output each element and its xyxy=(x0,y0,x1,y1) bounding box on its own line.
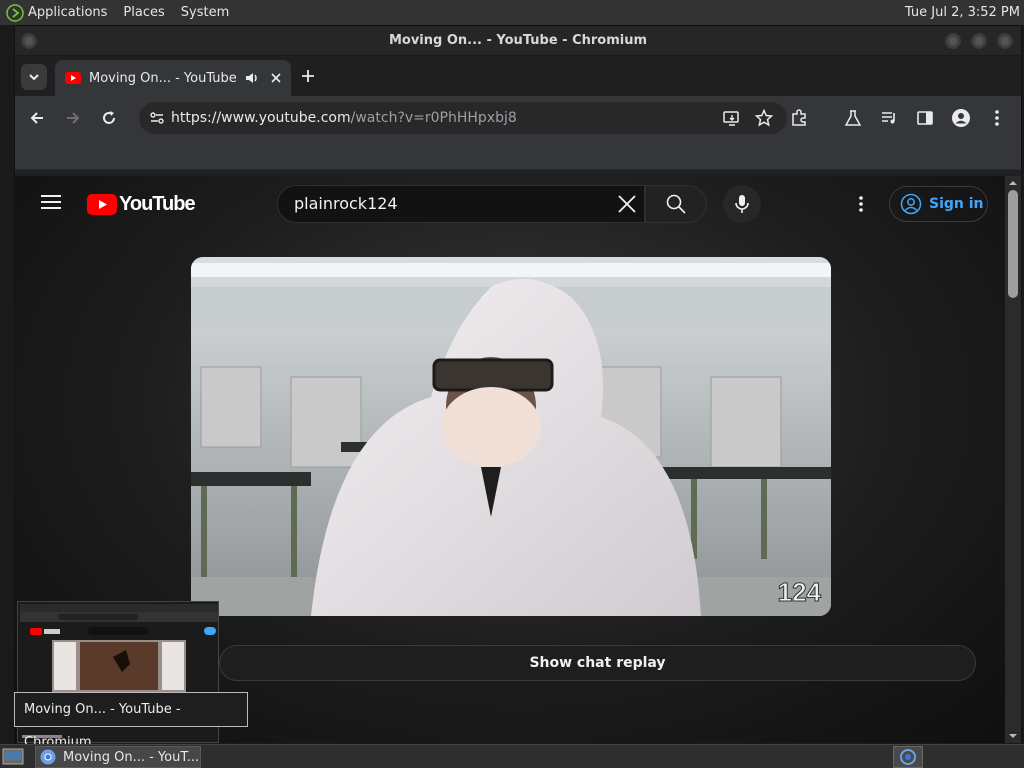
voice-search-button[interactable] xyxy=(723,185,761,223)
tab-close-icon[interactable] xyxy=(271,73,281,83)
minimize-button[interactable] xyxy=(945,33,961,49)
places-menu[interactable]: Places xyxy=(117,0,174,25)
page-scrollbar[interactable] xyxy=(1005,176,1021,743)
arrow-left-icon xyxy=(30,112,43,124)
search-input[interactable]: plainrock124 xyxy=(277,185,645,223)
browser-toolbar: https://www.youtube.com/watch?v=r0PhHHpx… xyxy=(15,96,1021,140)
places-label: Places xyxy=(123,5,165,20)
account-circle-icon xyxy=(952,109,970,127)
applications-label: Applications xyxy=(28,5,108,20)
youtube-header: YouTube plainrock124 Sign in xyxy=(15,176,1005,232)
reload-icon xyxy=(103,111,115,124)
more-vert-icon xyxy=(859,196,863,212)
new-tab-button[interactable] xyxy=(297,65,319,87)
forward-button[interactable] xyxy=(61,106,85,130)
show-desktop-button[interactable] xyxy=(2,748,24,765)
window-menu-button[interactable] xyxy=(21,33,37,49)
youtube-logo-text: YouTube xyxy=(119,193,196,215)
scrollbar-thumb[interactable] xyxy=(1008,190,1018,298)
taskbar-item-chromium[interactable]: Moving On... - YouT... xyxy=(35,746,201,768)
system-label: System xyxy=(180,5,230,20)
top-panel: Applications Places System Tue Jul 2, 3:… xyxy=(0,0,1024,25)
queue-music-icon xyxy=(882,112,895,124)
url-path: /watch?v=r0PhHHpxbj8 xyxy=(350,110,517,126)
panel-clock[interactable]: Tue Jul 2, 3:52 PM xyxy=(905,0,1020,25)
bookmark-star-icon[interactable] xyxy=(755,109,773,127)
search-icon xyxy=(666,194,686,214)
arrow-right-icon xyxy=(67,112,80,124)
account-icon xyxy=(900,193,922,215)
microphone-icon xyxy=(735,195,749,213)
system-menu[interactable]: System xyxy=(175,0,239,25)
maximize-button[interactable] xyxy=(971,33,987,49)
extensions-button[interactable] xyxy=(787,106,811,130)
applications-menu[interactable]: Applications xyxy=(0,0,117,25)
show-chat-replay-button[interactable]: Show chat replay xyxy=(219,645,976,681)
settings-menu-button[interactable] xyxy=(858,195,864,213)
tab-strip: Moving On... - YouTube xyxy=(15,56,1021,96)
audio-playing-icon[interactable] xyxy=(245,71,259,85)
tab-youtube[interactable]: Moving On... - YouTube xyxy=(55,60,291,96)
tray-chromium-icon-button[interactable] xyxy=(893,746,923,768)
window-tooltip: Moving On... - YouTube - Chromium xyxy=(14,692,248,750)
plus-icon xyxy=(302,70,314,82)
video-watermark: 124 xyxy=(778,577,822,607)
profile-button[interactable] xyxy=(949,106,973,130)
window-titlebar[interactable]: Moving On... - YouTube - Chromium xyxy=(15,26,1021,56)
scroll-up-icon xyxy=(1009,181,1017,185)
youtube-logo-icon xyxy=(87,194,117,215)
browser-menu-button[interactable] xyxy=(985,106,1009,130)
chromium-tray-icon xyxy=(900,749,916,765)
flask-icon xyxy=(844,110,862,126)
video-frame-image: 124 xyxy=(191,257,831,616)
guide-menu-button[interactable] xyxy=(41,194,61,210)
reload-button[interactable] xyxy=(97,106,121,130)
more-vert-icon xyxy=(995,110,999,126)
distro-logo-icon xyxy=(6,3,24,22)
youtube-logo[interactable]: YouTube xyxy=(87,193,196,216)
chromium-icon xyxy=(40,749,56,765)
side-panel-button[interactable] xyxy=(913,106,937,130)
close-window-button[interactable] xyxy=(997,33,1013,49)
taskbar-item-label: Moving On... - YouT... xyxy=(63,749,200,765)
url-host: https://www.youtube.com xyxy=(171,110,351,126)
video-player[interactable]: 124 xyxy=(191,257,831,616)
address-bar[interactable]: https://www.youtube.com/watch?v=r0PhHHpx… xyxy=(139,102,787,134)
labs-button[interactable] xyxy=(841,106,865,130)
media-controls-button[interactable] xyxy=(877,106,901,130)
chevron-down-icon xyxy=(29,74,39,81)
side-panel-icon xyxy=(917,111,933,125)
bookmarks-bar xyxy=(15,140,1021,170)
url-text: https://www.youtube.com/watch?v=r0PhHHpx… xyxy=(171,110,517,126)
back-button[interactable] xyxy=(25,106,49,130)
clear-search-icon[interactable] xyxy=(618,195,636,213)
search-button[interactable] xyxy=(645,185,707,223)
sign-in-button[interactable]: Sign in xyxy=(889,186,988,222)
tab-search-button[interactable] xyxy=(21,64,47,90)
youtube-favicon-icon xyxy=(65,72,81,84)
sign-in-label: Sign in xyxy=(929,196,984,212)
window-title: Moving On... - YouTube - Chromium xyxy=(388,33,648,48)
site-info-icon[interactable] xyxy=(149,110,165,126)
bottom-taskbar: Moving On... - YouT... xyxy=(0,744,1024,768)
scroll-down-icon xyxy=(1009,734,1017,738)
hamburger-menu-icon xyxy=(41,195,61,209)
show-desktop-icon xyxy=(2,748,24,765)
puzzle-icon xyxy=(792,109,806,126)
install-app-icon[interactable] xyxy=(723,109,741,127)
tab-title: Moving On... - YouTube xyxy=(89,70,237,86)
